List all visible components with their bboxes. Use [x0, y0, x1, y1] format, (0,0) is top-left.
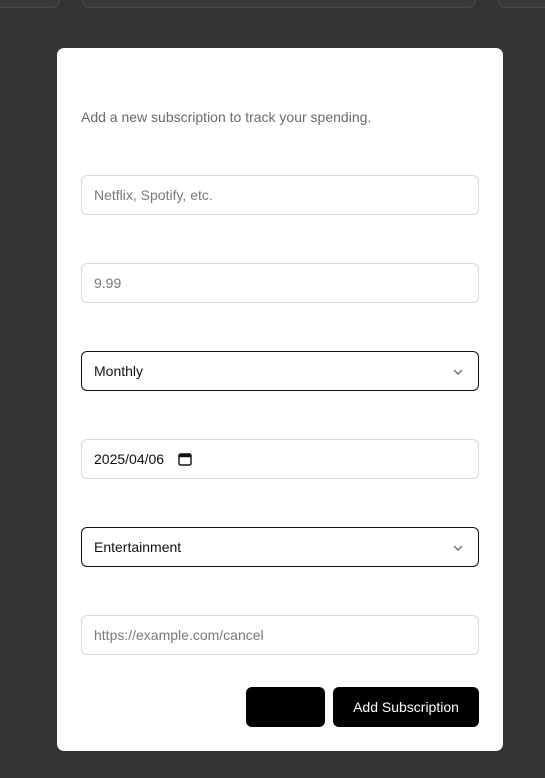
background-element — [0, 0, 60, 8]
background-element — [82, 0, 476, 8]
category-select[interactable]: Entertainment — [81, 527, 479, 567]
billing-cycle-select[interactable]: Monthly — [81, 351, 479, 391]
price-input[interactable]: 9.99 — [81, 263, 479, 303]
price-input-placeholder: 9.99 — [94, 275, 122, 291]
billing-cycle-value: Monthly — [94, 363, 144, 379]
cancel-url-input[interactable]: https://example.com/cancel — [81, 615, 479, 655]
calendar-icon[interactable] — [178, 452, 192, 466]
add-subscription-dialog: Add a new subscription to track your spe… — [57, 48, 503, 751]
cancel-button[interactable] — [246, 687, 325, 727]
dialog-description: Add a new subscription to track your spe… — [81, 109, 372, 125]
name-input[interactable]: Netflix, Spotify, etc. — [81, 175, 479, 215]
chevron-down-icon — [453, 545, 463, 551]
cancel-url-placeholder: https://example.com/cancel — [94, 627, 264, 643]
chevron-down-icon — [453, 369, 463, 375]
start-date-value: 2025/04/06 — [94, 451, 165, 467]
start-date-input[interactable]: 2025/04/06 — [81, 439, 479, 479]
add-subscription-button[interactable]: Add Subscription — [333, 687, 479, 727]
category-value: Entertainment — [94, 539, 182, 555]
name-input-placeholder: Netflix, Spotify, etc. — [94, 187, 213, 203]
background-page — [0, 0, 545, 8]
background-element — [498, 0, 545, 8]
